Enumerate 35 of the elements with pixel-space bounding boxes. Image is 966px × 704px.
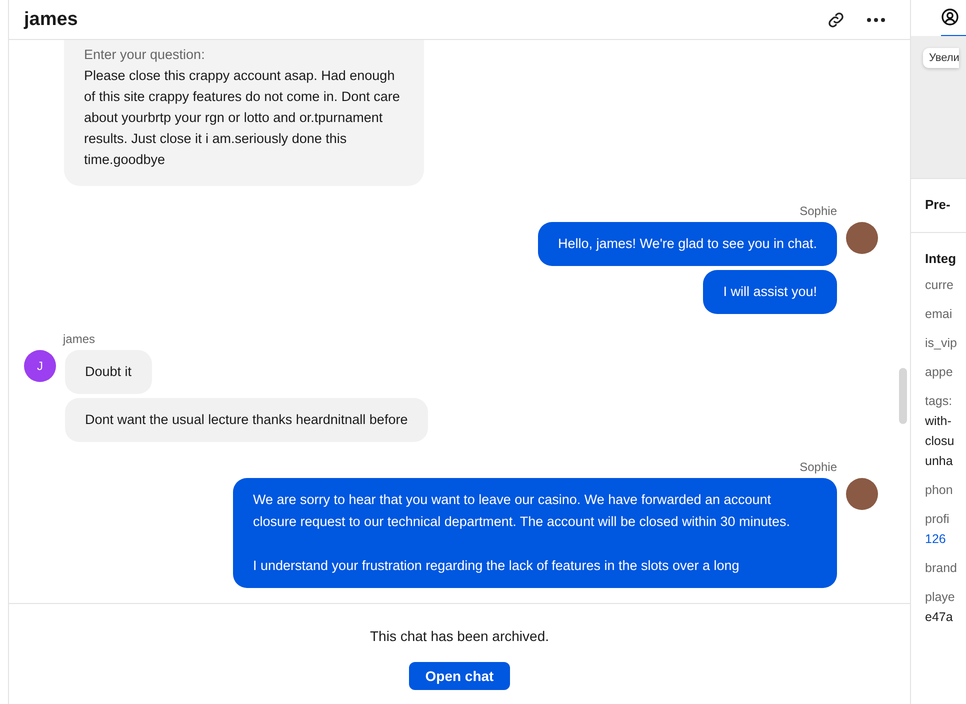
sender-name: Sophie [800,204,837,218]
field-label: appe [925,364,954,381]
chat-title: james [24,8,79,30]
field-value: e47a [925,609,954,626]
sender-name: Sophie [800,460,837,474]
customer-message: Dont want the usual lecture thanks heardnitnall before [65,398,428,442]
field-value: with- [925,413,952,430]
field-label: curre [925,277,954,294]
agent-avatar [846,478,878,510]
section-title: Integ [925,251,958,266]
field-label: playe [925,589,956,606]
section-title: Pre- [925,197,952,212]
open-chat-button[interactable]: Open chat [409,662,510,690]
field-label: profi [925,511,950,528]
field-label: emai [925,306,954,323]
profile-link[interactable]: 126 [925,529,966,549]
field-label: phon [925,482,954,499]
field-label: is_vip [925,335,958,352]
field-label: tags: [925,393,954,410]
field-label: brand [925,560,958,577]
scrollbar[interactable] [899,368,907,424]
sender-name: james [63,332,96,346]
agent-message: I will assist you! [703,270,837,314]
zoom-map-button[interactable]: Увели [923,48,960,68]
customer-message: Doubt it [65,350,152,394]
field-value: unha [925,453,954,470]
customer-avatar: J [24,350,56,382]
question-label: Enter your question: [84,46,206,64]
field-value: closu [925,433,956,450]
profile-icon [941,8,959,26]
agent-message: We are sorry to hear that you want to leave our casino. We have forwarded an account closure request to our technical department. The account will be closed within 30 minutes. I understand your frustration regarding the lack of features in the slots over a long [233,478,837,588]
agent-avatar [846,222,878,254]
question-text: Please close this crappy account asap. Had enough of this site crappy features do not come in. Dont care about yourbrtp your rgn or lotto and or.tpurnament results. Just close it i am.seriously done this time.goodbye [84,67,401,169]
archived-notice: This chat has been archived. [370,628,549,644]
agent-message: Hello, james! We're glad to see you in chat. [538,222,837,266]
